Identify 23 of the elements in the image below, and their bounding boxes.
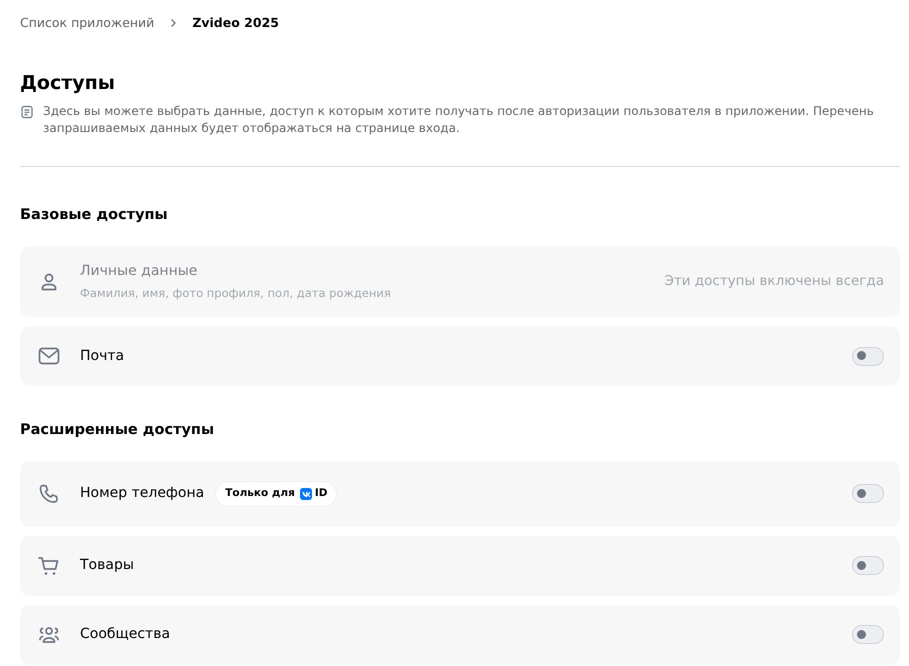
page-title: Доступы (20, 70, 116, 96)
toggle-switch[interactable] (852, 484, 884, 504)
badge-text: Только для (225, 486, 295, 501)
permission-label: Сообщества (80, 625, 170, 644)
toggle-switch[interactable] (852, 625, 884, 644)
section-heading: Базовые доступы (20, 206, 169, 226)
phone-icon (37, 482, 61, 506)
badge-text: ID (314, 486, 328, 501)
section-heading: Расширенные доступы (20, 421, 216, 440)
breadcrumb-item: Zvideo 2025 (192, 14, 279, 32)
vk-logo-icon (300, 488, 312, 500)
permission-description: Фамилия, имя, фото профиля, пол, дата рождения (80, 284, 392, 302)
permission-label: Личные данные (80, 262, 198, 281)
permission-label: Почта (80, 346, 124, 366)
toggle-switch[interactable] (852, 556, 884, 576)
description-text: Здесь вы можете выбрать данные, доступ к которым хотите получать после авторизации пользователя в приложении. Перечень запрашиваемых данных будет отображаться на странице входа. (43, 103, 875, 138)
permission-label: Товары (80, 556, 134, 576)
breadcrumb-item[interactable]: Список приложений (20, 14, 154, 33)
always-on-note: Эти доступы включены всегда (664, 272, 884, 292)
toggle-switch[interactable] (852, 346, 884, 366)
document-icon (20, 105, 34, 120)
permission-label: Номер телефона (80, 484, 204, 504)
chevron-icon (168, 18, 178, 28)
